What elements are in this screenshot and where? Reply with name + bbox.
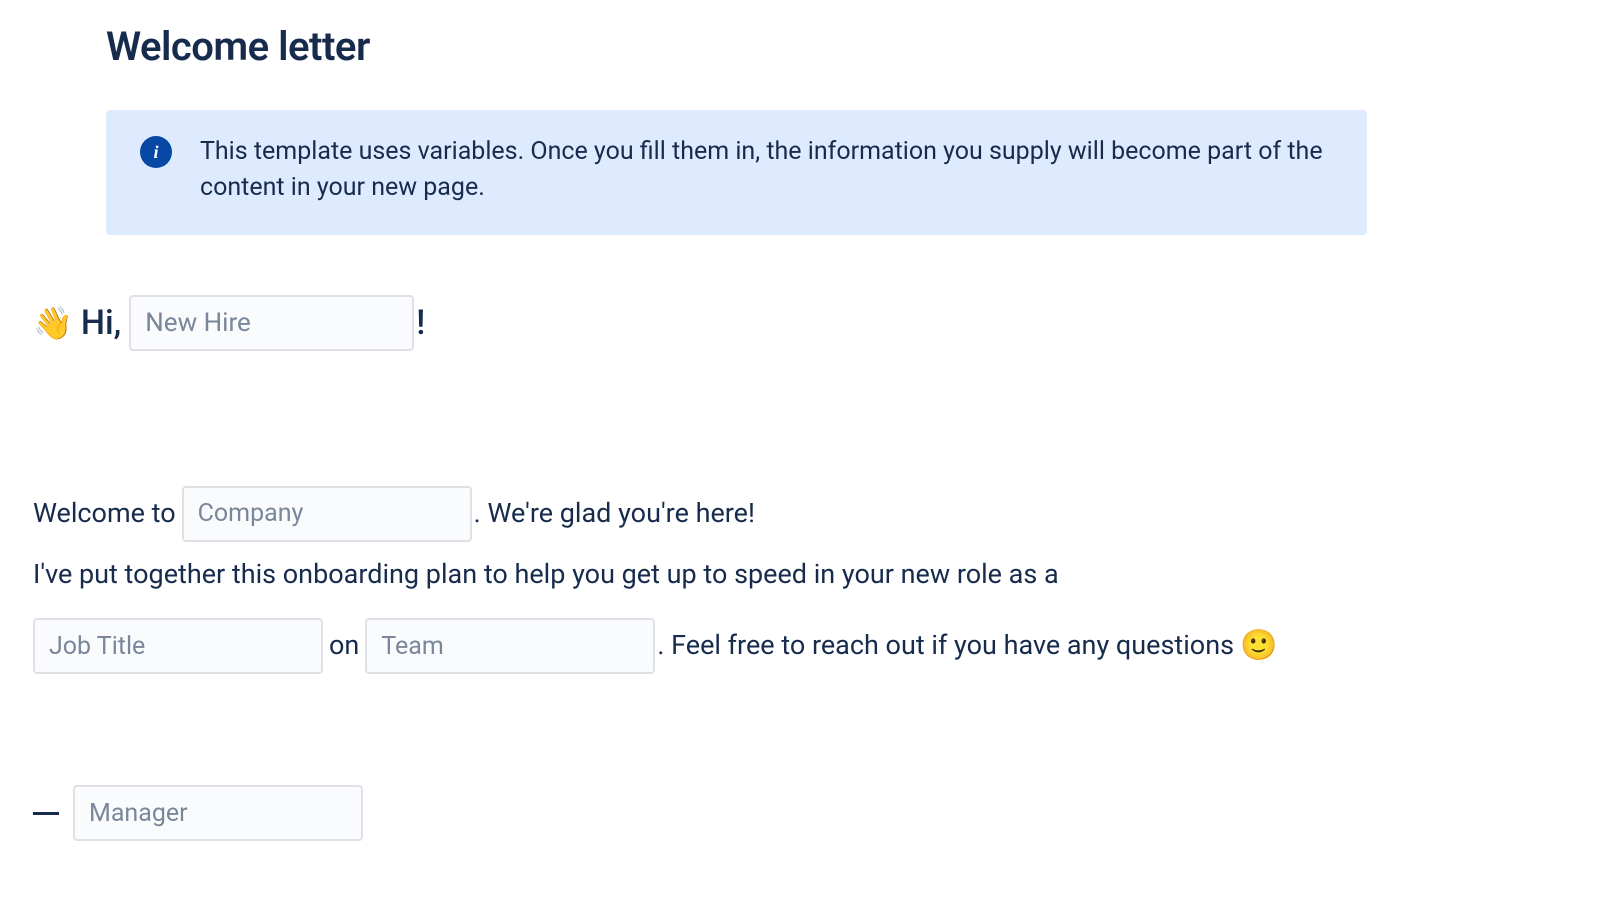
smile-emoji-icon: 🙂 — [1240, 607, 1277, 685]
info-panel-text: This template uses variables. Once you f… — [200, 134, 1339, 207]
info-panel: i This template uses variables. Once you… — [106, 110, 1367, 235]
welcome-to-text: Welcome to — [33, 495, 176, 533]
wave-emoji-icon: 👋 — [33, 304, 73, 342]
glad-text: . We're glad you're here! — [474, 495, 755, 533]
page-container: Welcome letter i This template uses vari… — [0, 0, 1610, 881]
info-icon: i — [140, 136, 172, 168]
signature-line — [33, 785, 1577, 841]
greeting-exclaim: ! — [416, 303, 425, 343]
body-content: Welcome to . We're glad you're here! I'v… — [33, 486, 1577, 686]
manager-input[interactable] — [73, 785, 363, 841]
job-title-input[interactable] — [33, 618, 323, 674]
onboarding-line-2: on . Feel free to reach out if you have … — [33, 607, 1577, 685]
page-title: Welcome letter — [106, 23, 1577, 70]
signature-dash-icon — [33, 812, 59, 815]
onboarding-line-1: I've put together this onboarding plan t… — [33, 556, 1577, 594]
team-input[interactable] — [365, 618, 655, 674]
feel-free-text: . Feel free to reach out if you have any… — [657, 627, 1234, 665]
on-text: on — [329, 627, 359, 665]
greeting-line: 👋 Hi, ! — [33, 295, 1577, 351]
onboarding-text: I've put together this onboarding plan t… — [33, 556, 1059, 594]
new-hire-input[interactable] — [129, 295, 414, 351]
company-input[interactable] — [182, 486, 472, 542]
welcome-line: Welcome to . We're glad you're here! — [33, 486, 1577, 542]
greeting-hi-text: Hi, — [81, 303, 121, 343]
